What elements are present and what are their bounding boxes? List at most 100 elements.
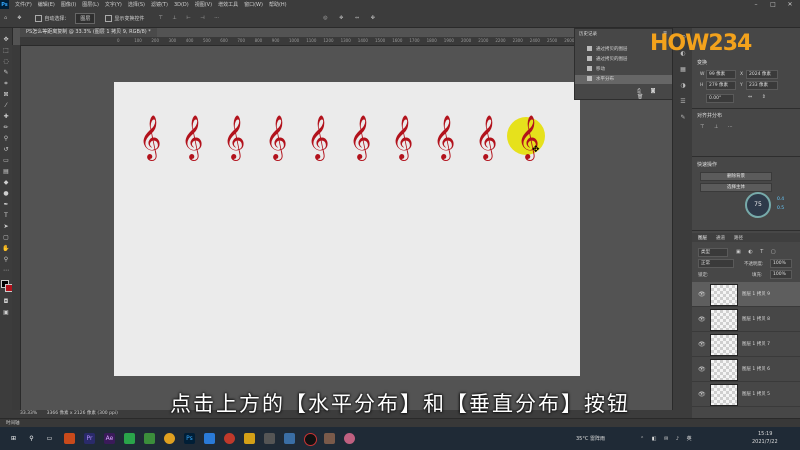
- dodge-tool-icon[interactable]: ●: [2, 190, 10, 198]
- app-icon-dark-blue[interactable]: [284, 433, 295, 444]
- crop-tool-icon[interactable]: ⌗: [2, 80, 10, 88]
- blur-tool-icon[interactable]: ◆: [2, 179, 10, 187]
- search-icon[interactable]: ⚲: [26, 433, 37, 444]
- type-tool-icon[interactable]: T: [2, 212, 10, 220]
- show-transform-checkbox[interactable]: [105, 14, 114, 22]
- treble-clef-layer[interactable]: 𝄞: [433, 116, 455, 158]
- after-effects-icon[interactable]: Ae: [104, 433, 115, 444]
- weather-text[interactable]: 35°C 雷阵雨: [576, 435, 605, 442]
- visibility-eye-icon[interactable]: 👁: [698, 291, 706, 298]
- app-icon-blue[interactable]: [204, 433, 215, 444]
- avatar-icon[interactable]: [344, 433, 355, 444]
- marquee-tool-icon[interactable]: ⬚: [2, 47, 10, 55]
- opacity-field[interactable]: 100%: [770, 259, 792, 268]
- angle-field[interactable]: 0.00°: [706, 94, 734, 103]
- hand-tool-icon[interactable]: ✋: [2, 245, 10, 253]
- layer-row[interactable]: 👁 图层 1 拷贝 8: [692, 307, 800, 332]
- y-field[interactable]: 233 像素: [746, 81, 778, 90]
- premiere-icon[interactable]: Pr: [84, 433, 95, 444]
- tab-paths[interactable]: 路径: [734, 235, 743, 241]
- app-icon-1[interactable]: [64, 433, 75, 444]
- treble-clef-layer[interactable]: 𝄞: [475, 116, 497, 158]
- layer-row[interactable]: 👁 图层 1 拷贝 9: [692, 282, 800, 307]
- frame-tool-icon[interactable]: ⊠: [2, 91, 10, 99]
- tab-channels[interactable]: 通道: [716, 235, 725, 241]
- clock-date[interactable]: 2021/7/22: [752, 439, 778, 445]
- pen-tool-icon[interactable]: ✒: [2, 201, 10, 209]
- document-tab[interactable]: PS怎么等距离复制 @ 33.3% (图层 1 拷贝 9, RGB/8) *: [20, 28, 157, 37]
- more-tools-icon[interactable]: ⋯: [2, 267, 10, 275]
- treble-clef-layer[interactable]: 𝄞: [349, 116, 371, 158]
- brush-panel-icon[interactable]: ✎: [679, 114, 687, 122]
- flip-icons[interactable]: ⇔ ⇕: [748, 94, 770, 100]
- history-item[interactable]: 移动: [575, 65, 673, 74]
- select-subject-button[interactable]: 选择主体: [700, 183, 772, 192]
- menu-window[interactable]: 窗口(W): [244, 1, 263, 8]
- menu-type[interactable]: 文字(Y): [105, 1, 122, 8]
- record-icon[interactable]: [304, 433, 317, 446]
- menu-help[interactable]: 帮助(H): [269, 1, 287, 8]
- visibility-eye-icon[interactable]: 👁: [698, 316, 706, 323]
- align-buttons[interactable]: ⊤ ⊥ ⋯: [700, 124, 737, 130]
- treble-clef-layer[interactable]: 𝄞: [181, 116, 203, 158]
- layer-filter-dropdown[interactable]: 类型: [698, 248, 728, 257]
- treble-clef-layer[interactable]: 𝄞: [223, 116, 245, 158]
- auto-select-dropdown[interactable]: 图层: [75, 12, 96, 24]
- quick-select-icon[interactable]: ✎: [2, 69, 10, 77]
- close-icon[interactable]: ✕: [782, 0, 798, 9]
- treble-clef-layer[interactable]: 𝄞: [139, 116, 161, 158]
- width-field[interactable]: 99 像素: [706, 70, 736, 79]
- visibility-eye-icon[interactable]: 👁: [698, 341, 706, 348]
- screen-mode-icon[interactable]: ▣: [2, 309, 10, 317]
- fill-field[interactable]: 100%: [770, 270, 792, 279]
- brush-tool-icon[interactable]: ✏: [2, 124, 10, 132]
- clock-time[interactable]: 15:19: [758, 431, 772, 437]
- menu-file[interactable]: 文件(F): [15, 1, 32, 8]
- eyedropper-icon[interactable]: ⁄: [2, 102, 10, 110]
- history-brush-icon[interactable]: ↺: [2, 146, 10, 154]
- layer-row[interactable]: 👁 图层 1 拷贝 7: [692, 332, 800, 357]
- adjustments-panel-icon[interactable]: ◑: [679, 82, 687, 90]
- treble-clef-layer[interactable]: 𝄞: [265, 116, 287, 158]
- maximize-icon[interactable]: □: [765, 0, 781, 9]
- menu-plugins[interactable]: 增效工具: [218, 1, 238, 8]
- history-item-active[interactable]: 水平分布: [575, 75, 673, 84]
- visibility-eye-icon[interactable]: 👁: [698, 366, 706, 373]
- app-icon-green[interactable]: [144, 433, 155, 444]
- layer-row[interactable]: 👁 图层 1 拷贝 6: [692, 357, 800, 382]
- swatches-panel-icon[interactable]: ▦: [679, 66, 687, 74]
- minimize-icon[interactable]: –: [748, 0, 764, 9]
- gradient-tool-icon[interactable]: ▤: [2, 168, 10, 176]
- menu-filter[interactable]: 滤镜(T): [151, 1, 168, 8]
- treble-clef-layer[interactable]: 𝄞: [307, 116, 329, 158]
- menu-3d[interactable]: 3D(D): [174, 2, 189, 8]
- move-tool-icon[interactable]: ✥: [2, 36, 10, 44]
- history-actions-icons[interactable]: ⎙ ◙ 🗑: [637, 88, 673, 100]
- app-icon-gray[interactable]: [264, 433, 275, 444]
- menu-layer[interactable]: 图层(L): [82, 1, 99, 8]
- height-field[interactable]: 279 像素: [706, 81, 736, 90]
- x-field[interactable]: 2024 像素: [746, 70, 778, 79]
- wechat-icon[interactable]: [124, 433, 135, 444]
- quick-mask-icon[interactable]: ◘: [2, 298, 10, 306]
- timeline-label[interactable]: 时间轴: [6, 421, 20, 426]
- menu-select[interactable]: 选择(S): [128, 1, 145, 8]
- 3d-mode-icons[interactable]: ◎ ✥ ⇔ ✤: [323, 15, 380, 21]
- clone-stamp-icon[interactable]: ⚲: [2, 135, 10, 143]
- menu-image[interactable]: 图像(I): [61, 1, 76, 8]
- blend-mode-dropdown[interactable]: 正常: [698, 259, 734, 268]
- app-icon-red[interactable]: [224, 433, 235, 444]
- tab-layers[interactable]: 图层: [698, 235, 707, 241]
- auto-select-checkbox[interactable]: [35, 14, 44, 22]
- libraries-panel-icon[interactable]: ☰: [679, 98, 687, 106]
- shape-tool-icon[interactable]: ▢: [2, 234, 10, 242]
- zoom-tool-icon[interactable]: ⚲: [2, 256, 10, 264]
- photoshop-taskbar-icon[interactable]: Ps: [184, 433, 195, 444]
- layer-filter-icons[interactable]: ▣ ◐ T ▢: [736, 249, 779, 255]
- eraser-tool-icon[interactable]: ▭: [2, 157, 10, 165]
- tray-icons[interactable]: ⌃ ◧ ✉ ♪ 英: [640, 435, 695, 442]
- remove-background-button[interactable]: 删除背景: [700, 172, 772, 181]
- app-icon-brown[interactable]: [324, 433, 335, 444]
- menu-edit[interactable]: 编辑(E): [38, 1, 55, 8]
- path-select-icon[interactable]: ➤: [2, 223, 10, 231]
